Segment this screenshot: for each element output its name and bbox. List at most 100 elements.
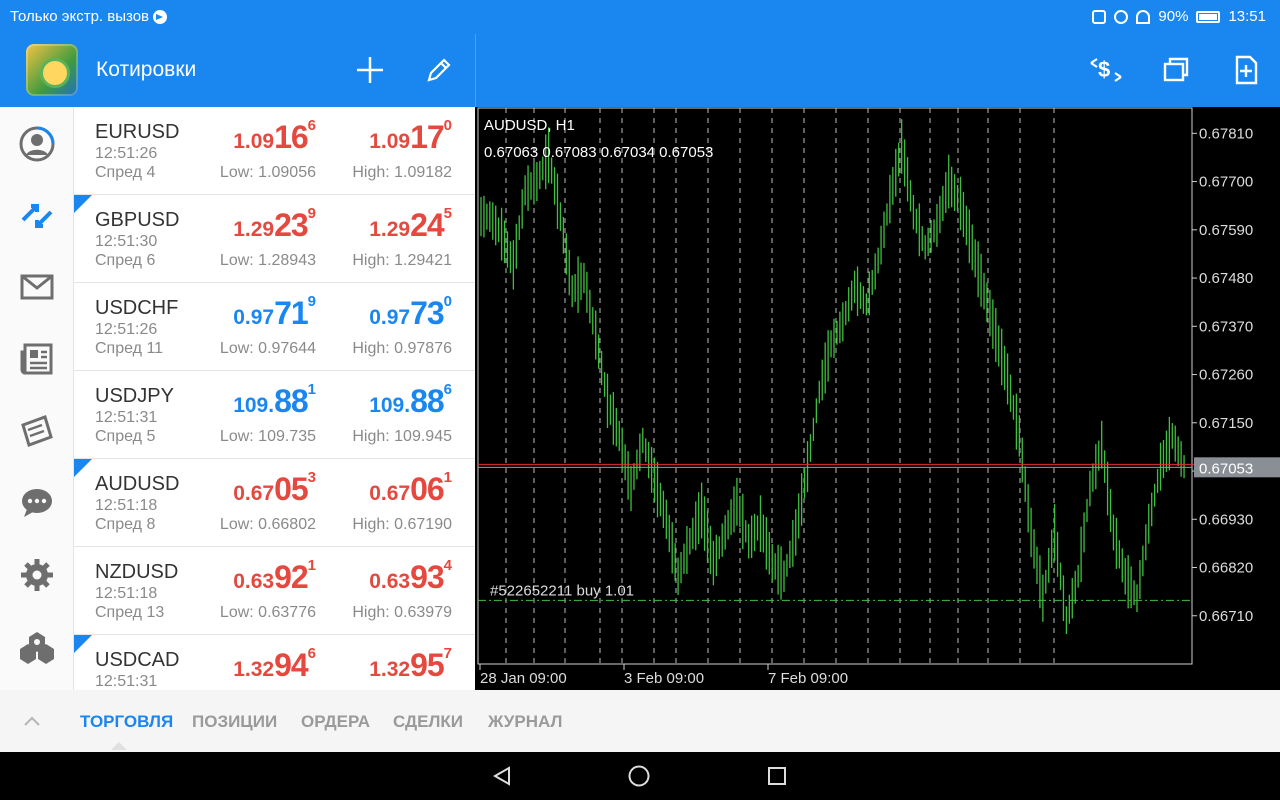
- quote-time: 12:51:18: [95, 585, 158, 602]
- tab-trading[interactable]: ТОРГОВЛЯ: [80, 712, 173, 732]
- symbol-name: USDCHF: [95, 297, 179, 319]
- back-icon: [492, 766, 510, 786]
- quote-row-gbpusd[interactable]: GBPUSD 12:51:30 Спред 6 1.29239 1.29245 Low: …: [74, 195, 475, 283]
- edit-button[interactable]: [421, 52, 457, 88]
- app-root: Только экстр. вызов 90% 13:51 Котировки …: [0, 0, 1280, 800]
- quote-row-usdjpy[interactable]: USDJPY 12:51:31 Спред 5 109.881 109.886 Low: …: [74, 371, 475, 459]
- plus-icon: [357, 57, 383, 83]
- vibrate-icon: [1092, 9, 1107, 24]
- quote-row-usdcad[interactable]: USDCAD 12:51:31 1.32946 1.32957: [74, 635, 475, 690]
- spread: Спред 8: [95, 516, 156, 533]
- y-tick-label: 0.66820: [1199, 560, 1253, 577]
- battery-percent: 90%: [1158, 8, 1189, 25]
- price-chart[interactable]: #522652211 buy 1.01 0.67810 0.67700 0.67590…: [476, 107, 1280, 690]
- chat-icon: [22, 489, 52, 517]
- quote-row-eurusd[interactable]: EURUSD 12:51:26 Спред 4 1.09166 1.09170 Low: …: [74, 107, 475, 195]
- chart-canvas[interactable]: #522652211 buy 1.01 0.67810 0.67700 0.67590…: [476, 107, 1280, 690]
- y-tick-label: 0.66930: [1199, 511, 1253, 528]
- current-price-label: 0.67053: [1199, 460, 1253, 477]
- community-icon: [20, 632, 54, 664]
- sidebar-item-community[interactable]: [17, 627, 57, 667]
- add-symbol-button[interactable]: [352, 52, 388, 88]
- quote-row-nzdusd[interactable]: NZDUSD 12:51:18 Спред 13 0.63921 0.63934 Low:…: [74, 547, 475, 635]
- sidebar-item-mail[interactable]: [17, 267, 57, 307]
- symbol-name: NZDUSD: [95, 561, 179, 583]
- y-tick-label: 0.67480: [1199, 270, 1253, 287]
- bid-price[interactable]: 1.09166: [233, 117, 316, 156]
- ask-price[interactable]: 1.09170: [369, 117, 452, 156]
- day-high: High: 0.63979: [352, 604, 452, 621]
- telegram-icon: [153, 9, 168, 24]
- tab-deals[interactable]: СДЕЛКИ: [393, 712, 463, 732]
- new-order-button[interactable]: [1228, 52, 1264, 88]
- quote-row-audusd[interactable]: AUDUSD 12:51:18 Спред 8 0.67053 0.67061 Low: …: [74, 459, 475, 547]
- bid-price[interactable]: 0.67053: [233, 469, 316, 508]
- bid-price[interactable]: 0.97719: [233, 293, 316, 332]
- ask-price[interactable]: 1.32957: [369, 645, 452, 684]
- sidebar-item-calendar[interactable]: [17, 411, 57, 451]
- windows-button[interactable]: [1158, 52, 1194, 88]
- day-high: High: 1.29421: [352, 252, 452, 269]
- quote-time: 12:51:18: [95, 497, 158, 514]
- sidebar-item-news[interactable]: [17, 339, 57, 379]
- quote-time: 12:51:26: [95, 321, 158, 338]
- symbol-name: EURUSD: [95, 121, 180, 143]
- y-tick-label: 0.66710: [1199, 608, 1253, 625]
- ask-price[interactable]: 0.97730: [369, 293, 452, 332]
- plot-frame: [477, 107, 1193, 665]
- y-tick-label: 0.67700: [1199, 174, 1253, 191]
- y-tick-label: 0.67810: [1199, 125, 1253, 142]
- x-tick-label: 7 Feb 09:00: [768, 670, 848, 687]
- spread: Спред 5: [95, 428, 156, 445]
- clock: 13:51: [1228, 8, 1266, 25]
- tab-journal[interactable]: ЖУРНАЛ: [488, 712, 562, 732]
- sidebar-item-account[interactable]: [17, 124, 57, 164]
- spread: Спред 11: [95, 340, 164, 357]
- sidebar-item-quotes[interactable]: [17, 196, 57, 236]
- quote-time: 12:51:31: [95, 409, 158, 426]
- new-document-icon: [1235, 55, 1258, 85]
- chevron-up-icon[interactable]: [22, 714, 42, 728]
- y-tick-label: 0.67590: [1199, 222, 1253, 239]
- metatrader-logo: [26, 44, 78, 96]
- account-icon: [19, 126, 55, 162]
- battery-icon: [1196, 10, 1221, 23]
- ask-price[interactable]: 0.63934: [369, 557, 452, 596]
- appbar-divider: [475, 34, 476, 107]
- bid-price[interactable]: 109.881: [233, 381, 316, 420]
- position-flag: [74, 459, 92, 477]
- economic-calendar-icon: [21, 415, 53, 447]
- tab-positions[interactable]: ПОЗИЦИИ: [192, 712, 277, 732]
- position-flag: [74, 195, 92, 213]
- ask-price[interactable]: 109.886: [369, 381, 452, 420]
- back-button[interactable]: [490, 764, 514, 788]
- day-high: High: 0.97876: [352, 340, 452, 357]
- bid-price[interactable]: 1.29239: [233, 205, 316, 244]
- position-flag: [74, 635, 92, 653]
- day-low: Low: 0.63776: [219, 604, 316, 621]
- bid-price[interactable]: 1.32946: [233, 645, 316, 684]
- bid-price[interactable]: 0.63921: [233, 557, 316, 596]
- home-button[interactable]: [627, 764, 651, 788]
- svg-text:$: $: [1098, 57, 1110, 82]
- recents-icon: [768, 767, 786, 785]
- symbol-name: AUDUSD: [95, 473, 180, 495]
- sidebar-item-chat[interactable]: [17, 483, 57, 523]
- day-high: High: 109.945: [352, 428, 452, 445]
- quote-row-usdchf[interactable]: USDCHF 12:51:26 Спред 11 0.97719 0.97730 Low:…: [74, 283, 475, 371]
- active-tab-indicator: [111, 742, 127, 750]
- pencil-icon: [427, 58, 451, 82]
- recents-button[interactable]: [765, 764, 789, 788]
- y-tick-label: 0.67150: [1199, 415, 1253, 432]
- ask-price[interactable]: 0.67061: [369, 469, 452, 508]
- x-tick-label: 3 Feb 09:00: [624, 670, 704, 687]
- sidebar-item-settings[interactable]: [17, 555, 57, 595]
- windows-icon: [1163, 57, 1189, 82]
- dollar-exchange-icon: $: [1090, 57, 1122, 82]
- tab-orders[interactable]: ОРДЕРА: [301, 712, 370, 732]
- status-bar: Только экстр. вызов 90% 13:51: [0, 0, 1280, 34]
- symbol-name: USDJPY: [95, 385, 174, 407]
- ask-price[interactable]: 1.29245: [369, 205, 452, 244]
- trade-button[interactable]: $: [1088, 52, 1124, 88]
- eye-icon: [1114, 9, 1129, 24]
